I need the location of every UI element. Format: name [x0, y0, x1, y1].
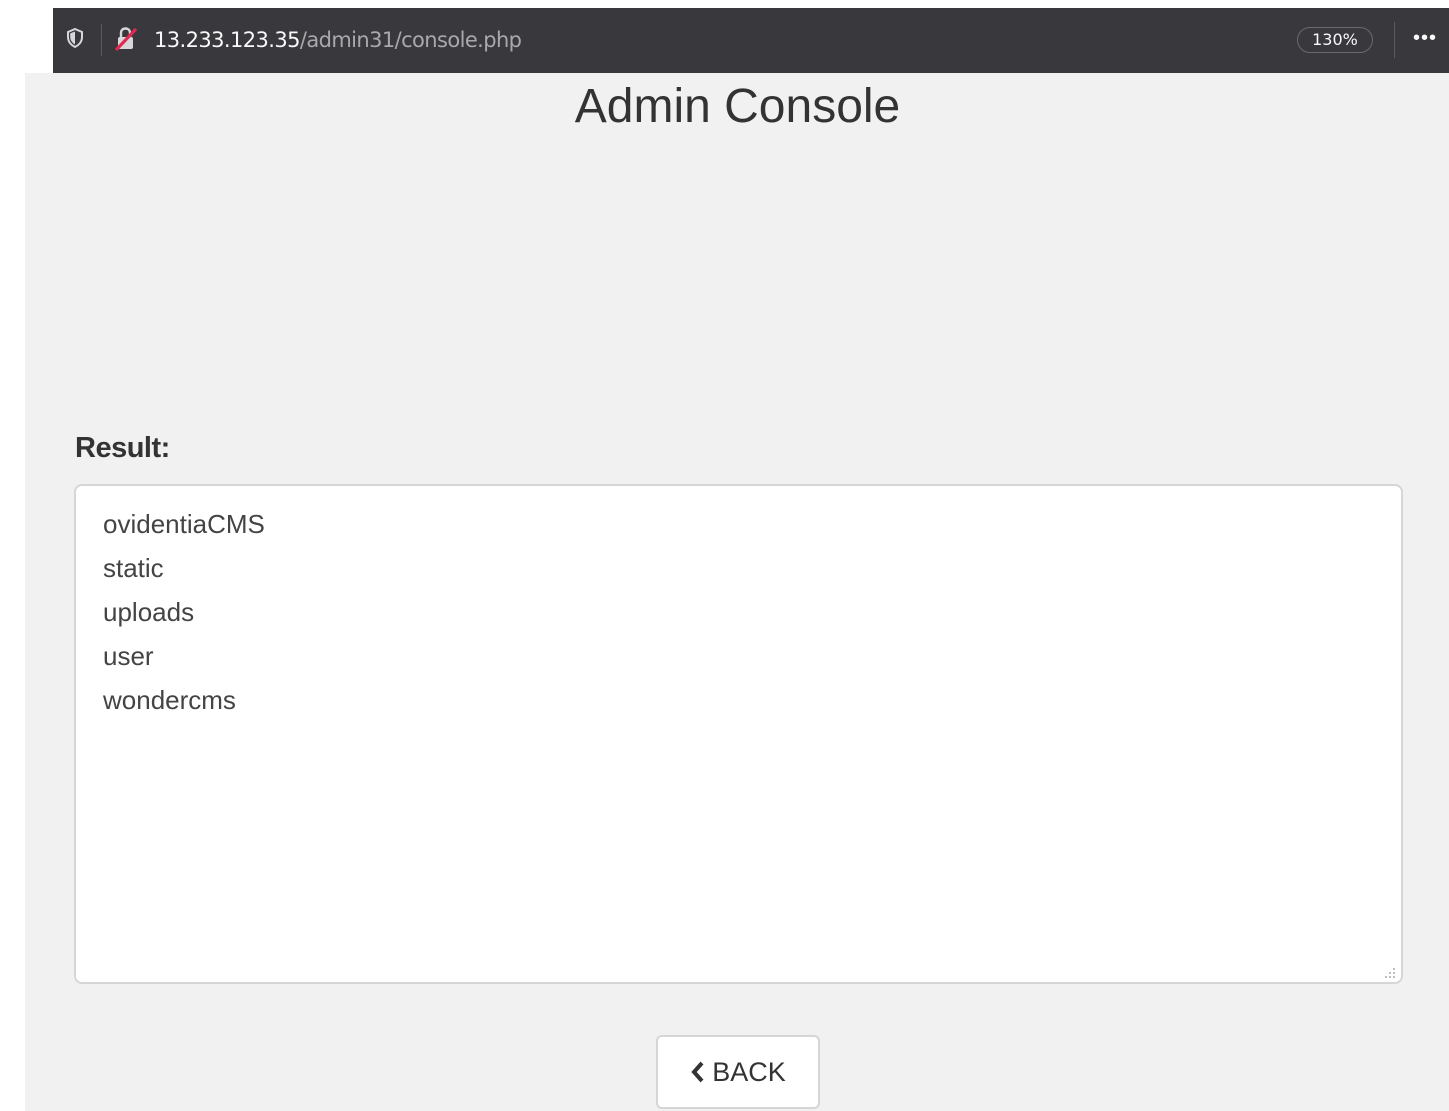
divider: [1394, 22, 1395, 58]
page-title: Admin Console: [574, 80, 901, 133]
result-textarea[interactable]: ovidentiaCMS static uploads user wonderc…: [74, 484, 1403, 984]
zoom-badge[interactable]: 130%: [1297, 27, 1373, 53]
result-line: uploads: [103, 597, 195, 627]
shield-icon[interactable]: [67, 27, 83, 50]
result-line: ovidentiaCMS: [103, 509, 265, 539]
result-line: user: [103, 641, 154, 671]
address-bar: 13.233.123.35/admin31/console.php 130% •…: [53, 8, 1449, 74]
divider: [101, 24, 102, 56]
window-top-edge: [0, 0, 1449, 8]
insecure-lock-icon[interactable]: [114, 26, 138, 52]
back-button[interactable]: BACK: [656, 1035, 820, 1109]
window-edge: [0, 0, 25, 1111]
url-path: /admin31/console.php: [299, 28, 522, 52]
url-text[interactable]: 13.233.123.35/admin31/console.php: [154, 27, 522, 53]
resize-handle-icon[interactable]: [1384, 966, 1396, 978]
page-content: Admin Console Result: ovidentiaCMS stati…: [25, 73, 1449, 1111]
back-button-label: BACK: [712, 1056, 786, 1087]
more-icon[interactable]: •••: [1413, 24, 1437, 52]
url-host: 13.233.123.35: [154, 28, 300, 52]
chevron-left-icon: [691, 1061, 704, 1083]
result-line: static: [103, 553, 164, 583]
result-label: Result:: [75, 432, 170, 464]
result-line: wondercms: [103, 685, 236, 715]
